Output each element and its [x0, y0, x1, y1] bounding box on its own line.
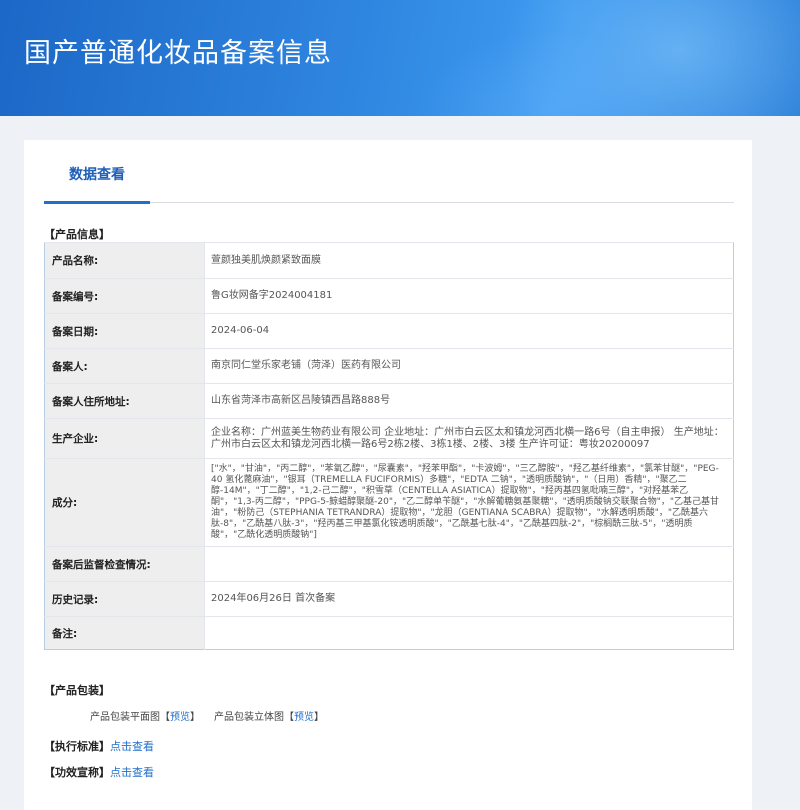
product-name-value: 萱颜独美肌焕颜紧致面膜	[204, 242, 734, 279]
table-row: 备注:	[44, 616, 734, 650]
tab-bar: 数据查看	[44, 140, 734, 204]
bracket-close: 】	[314, 712, 324, 723]
efficacy-view-link[interactable]: 点击查看	[110, 766, 154, 779]
inspection-value	[204, 546, 734, 582]
standard-label: 【执行标准】	[44, 740, 110, 753]
row-label: 备注:	[44, 616, 205, 650]
table-row: 备案后监督检查情况:	[44, 546, 734, 582]
efficacy-label: 【功效宣称】	[44, 766, 110, 779]
efficacy-row: 【功效宣称】点击查看	[44, 764, 154, 780]
standard-row: 【执行标准】点击查看	[44, 738, 154, 754]
solid-preview-link[interactable]: 预览	[294, 712, 314, 723]
registrant-address-value: 山东省菏泽市高新区吕陵镇西昌路888号	[204, 383, 734, 419]
row-label: 备案后监督检查情况:	[44, 546, 205, 582]
row-label: 备案人:	[44, 348, 205, 384]
row-label: 成分:	[44, 458, 205, 547]
table-row: 产品名称: 萱颜独美肌焕颜紧致面膜	[44, 242, 734, 279]
bracket-open: 【	[160, 712, 170, 723]
page-title: 国产普通化妆品备案信息	[24, 38, 332, 69]
product-info-heading: 【产品信息】	[44, 228, 110, 241]
row-label: 产品名称:	[44, 242, 205, 279]
standard-view-link[interactable]: 点击查看	[110, 740, 154, 753]
bracket-open: 【	[284, 712, 294, 723]
product-info-table: 产品名称: 萱颜独美肌焕颜紧致面膜 备案编号: 鲁G妆网备字2024004181…	[44, 242, 734, 650]
header-banner: 国产普通化妆品备案信息	[0, 0, 800, 116]
row-label: 备案人住所地址:	[44, 383, 205, 419]
registration-number-value: 鲁G妆网备字2024004181	[204, 278, 734, 314]
packaging-heading: 【产品包装】	[44, 684, 110, 697]
table-row: 生产企业: 企业名称：广州蓝美生物药业有限公司 企业地址：广州市白云区太和镇龙河…	[44, 418, 734, 459]
registration-date-value: 2024-06-04	[204, 313, 734, 349]
table-row: 备案人: 南京同仁堂乐家老铺（菏泽）医药有限公司	[44, 348, 734, 384]
package-solid-item: 产品包装立体图【预览】	[214, 708, 324, 723]
banner-decoration	[420, 30, 680, 116]
ingredients-value: ["水"，"甘油"，"丙二醇"，"苯氧乙醇"，"尿囊素"，"羟苯甲酯"，"卡波姆…	[204, 458, 734, 547]
table-row: 备案日期: 2024-06-04	[44, 313, 734, 349]
table-row: 备案编号: 鲁G妆网备字2024004181	[44, 278, 734, 314]
row-label: 备案日期:	[44, 313, 205, 349]
registrant-value: 南京同仁堂乐家老铺（菏泽）医药有限公司	[204, 348, 734, 384]
manufacturer-value: 企业名称：广州蓝美生物药业有限公司 企业地址：广州市白云区太和镇龙河西北横一路6…	[204, 418, 734, 459]
content-panel: 数据查看 【产品信息】 产品名称: 萱颜独美肌焕颜紧致面膜 备案编号: 鲁G妆网…	[24, 140, 752, 810]
history-value: 2024年06月26日 首次备案	[204, 581, 734, 617]
package-flat-item: 产品包装平面图【预览】	[90, 708, 200, 723]
tab-data-view[interactable]: 数据查看	[44, 140, 150, 204]
table-row: 备案人住所地址: 山东省菏泽市高新区吕陵镇西昌路888号	[44, 383, 734, 419]
row-label: 历史记录:	[44, 581, 205, 617]
table-row: 成分: ["水"，"甘油"，"丙二醇"，"苯氧乙醇"，"尿囊素"，"羟苯甲酯"，…	[44, 458, 734, 547]
bracket-close: 】	[190, 712, 200, 723]
row-label: 备案编号:	[44, 278, 205, 314]
remarks-value	[204, 616, 734, 650]
package-solid-label: 产品包装立体图	[214, 712, 284, 723]
row-label: 生产企业:	[44, 418, 205, 459]
table-row: 历史记录: 2024年06月26日 首次备案	[44, 581, 734, 617]
flat-preview-link[interactable]: 预览	[170, 712, 190, 723]
package-flat-label: 产品包装平面图	[90, 712, 160, 723]
